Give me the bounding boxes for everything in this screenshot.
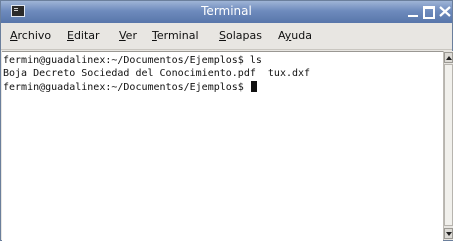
terminal-prompt: fermin@guadalinex:~/Documentos/Ejemplos$ (3, 82, 250, 93)
menu-ver-mnemonic: V (119, 29, 126, 42)
terminal-line: Boja Decreto Sociedad del Conocimiento.p… (3, 68, 311, 79)
menu-ayuda-label: uda (291, 29, 312, 42)
menu-editar-mnemonic: E (67, 29, 74, 42)
close-button[interactable] (438, 4, 452, 19)
menu-solapas-mnemonic: S (219, 29, 226, 42)
terminal-line: fermin@guadalinex:~/Documentos/Ejemplos$… (3, 55, 262, 66)
menu-archivo-mnemonic: A (10, 29, 18, 42)
menu-solapas[interactable]: Solapas (219, 29, 262, 42)
scroll-up-button[interactable] (444, 52, 453, 63)
menu-editar-label: ditar (73, 29, 100, 42)
menu-archivo-label: rchivo (17, 29, 52, 42)
minimize-button[interactable] (406, 4, 420, 19)
arrow-up-icon (446, 56, 452, 60)
title-bar[interactable]: Terminal (1, 1, 452, 23)
menu-ayuda-prefix: A (278, 29, 285, 42)
close-icon (439, 6, 451, 17)
text-cursor (250, 81, 257, 92)
menu-ver[interactable]: Ver (119, 29, 137, 42)
menu-solapas-label: olapas (225, 29, 262, 42)
arrow-down-icon (446, 232, 452, 236)
menu-ayuda[interactable]: Ayuda (278, 29, 312, 42)
scroll-thumb[interactable] (444, 64, 453, 226)
scroll-down-button[interactable] (444, 228, 453, 239)
menu-terminal-label: erminal (156, 29, 199, 42)
terminal-window: Terminal Archivo Editar Ver Terminal Sol… (0, 0, 453, 241)
maximize-button[interactable] (422, 4, 436, 19)
menu-ver-label: er (125, 29, 137, 42)
terminal-line: fermin@guadalinex:~/Documentos/Ejemplos$ (3, 81, 257, 94)
menu-archivo[interactable]: Archivo (10, 29, 51, 42)
vertical-scrollbar[interactable] (443, 51, 453, 240)
menu-editar[interactable]: Editar (67, 29, 100, 42)
window-title: Terminal (201, 4, 252, 18)
menu-bar: Archivo Editar Ver Terminal Solapas Ayud… (1, 23, 452, 50)
menu-terminal[interactable]: Terminal (152, 29, 199, 42)
terminal-output[interactable]: fermin@guadalinex:~/Documentos/Ejemplos$… (2, 51, 443, 241)
